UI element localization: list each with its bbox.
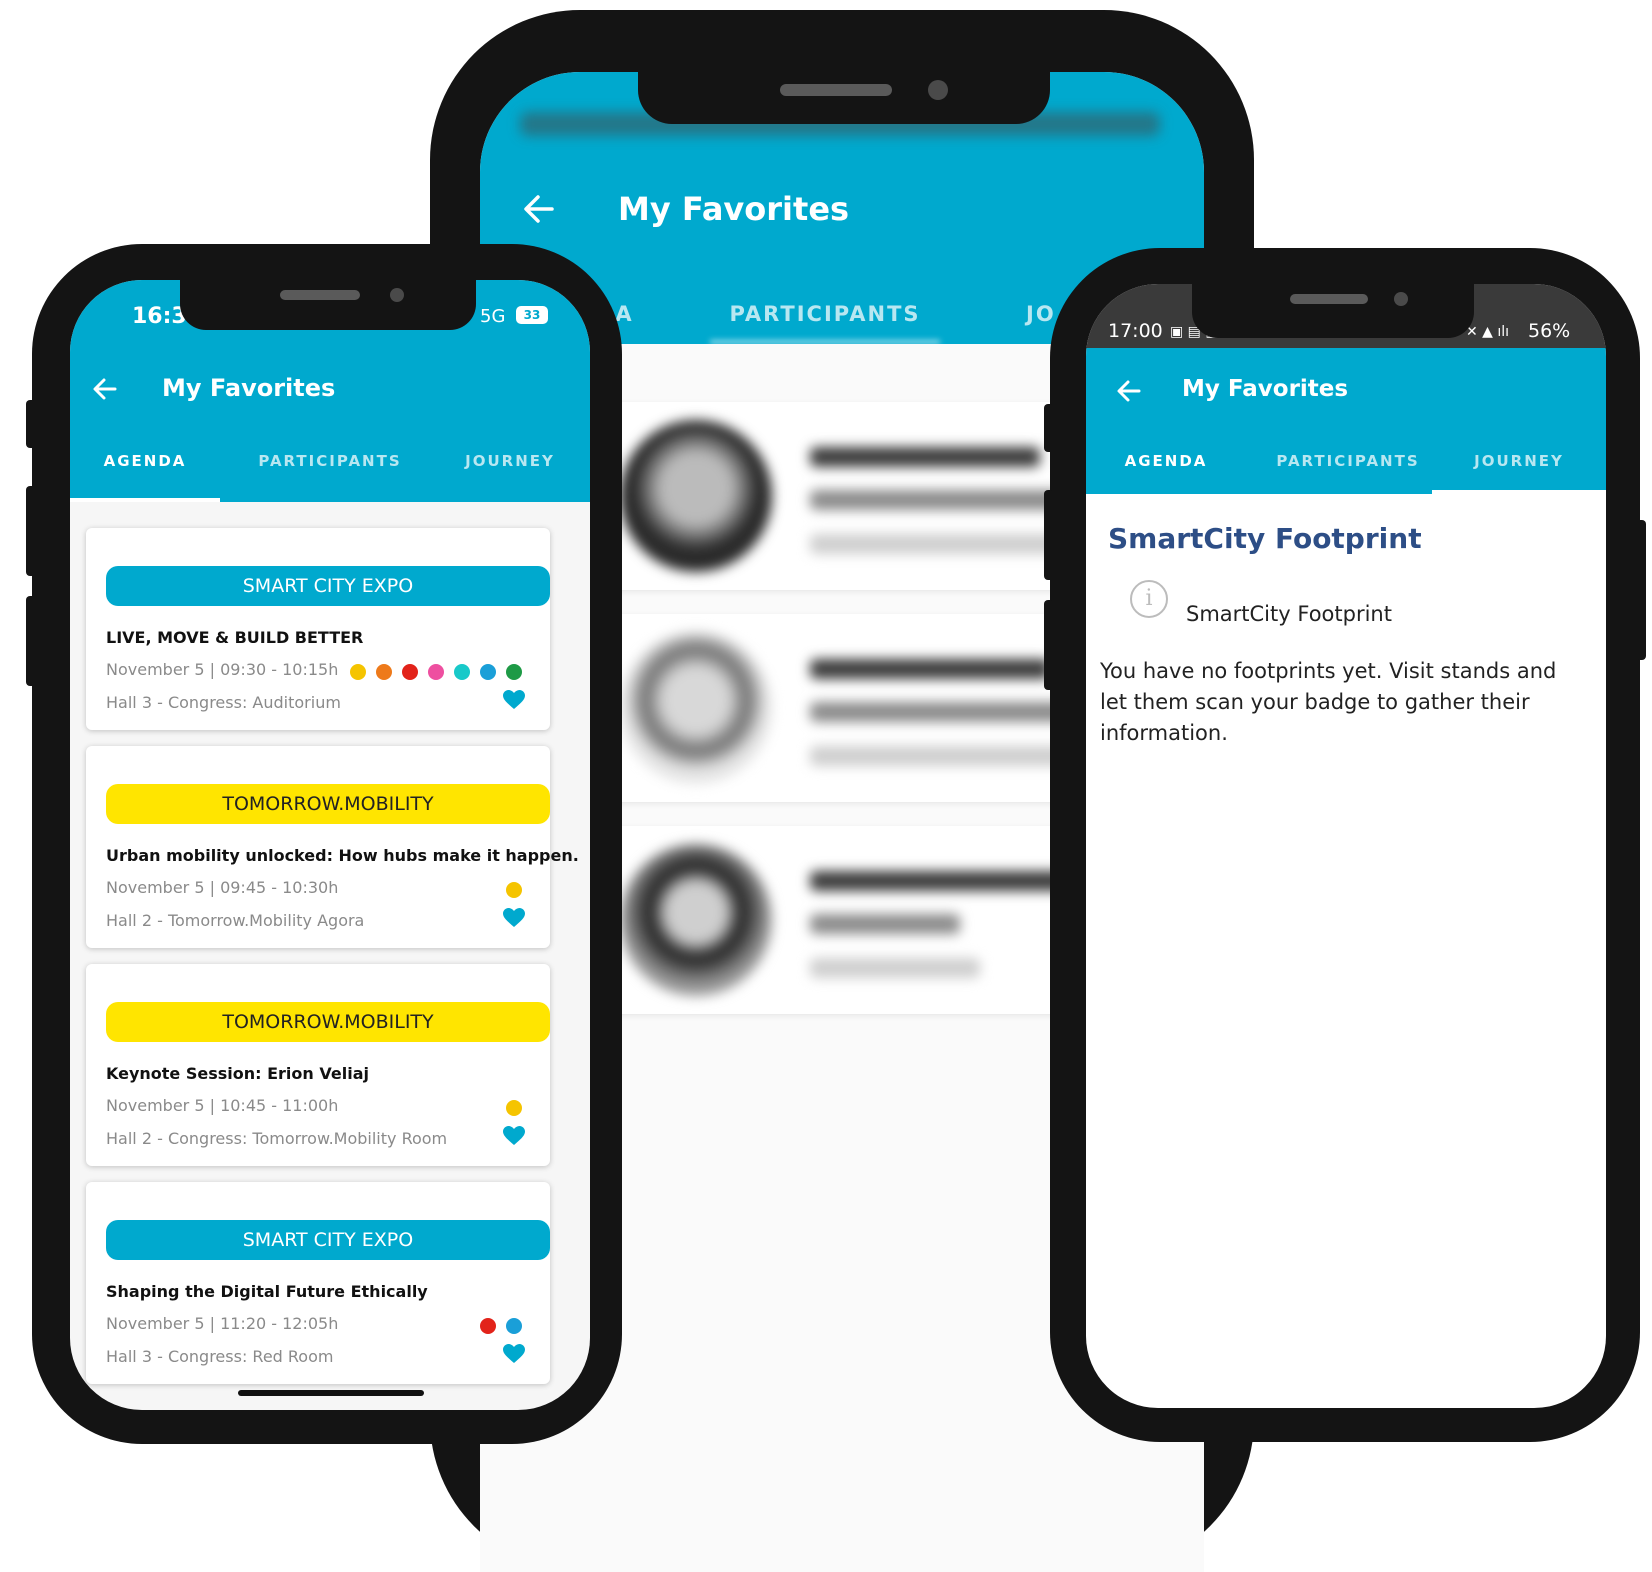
- topic-dot: [506, 882, 522, 898]
- page-title: My Favorites: [618, 190, 850, 228]
- avatar: [620, 632, 772, 784]
- volume-down-button: [26, 596, 36, 686]
- track-tag: TOMORROW.MOBILITY: [106, 784, 550, 824]
- company-line: [810, 746, 1090, 766]
- footprint-heading: SmartCity Footprint: [1108, 522, 1422, 555]
- speaker: [280, 290, 360, 300]
- topic-dot: [506, 1318, 522, 1334]
- app-bar: My Favorites AGENDA PARTICIPANTS JOURNEY: [1086, 348, 1606, 494]
- back-arrow-icon[interactable]: [1116, 378, 1142, 404]
- topic-dots: [480, 1318, 522, 1334]
- side-button: [1044, 404, 1054, 452]
- phone-right-screen: 17:00 ▣ ▤ ▥ • ✕ ▲ ılı 56% My Favorites A…: [1086, 284, 1606, 1408]
- tab-participants[interactable]: PARTICIPANTS: [1258, 452, 1438, 470]
- power-button: [1636, 520, 1646, 660]
- company-line: [810, 534, 1070, 554]
- track-tag: TOMORROW.MOBILITY: [106, 1002, 550, 1042]
- footprint-item[interactable]: SmartCity Footprint: [1186, 602, 1392, 626]
- camera: [390, 288, 404, 302]
- avatar: [620, 420, 772, 572]
- tab-journey[interactable]: JOURNEY: [440, 452, 580, 470]
- tab-indicator: [1432, 490, 1606, 494]
- home-indicator[interactable]: [238, 1390, 424, 1396]
- phone-left-screen: 16:32 5G 33 My Favorites AGENDA PARTICIP…: [70, 280, 590, 1410]
- notch: [1192, 280, 1474, 338]
- session-location: Hall 3 - Congress: Red Room: [106, 1347, 334, 1366]
- session-location: Hall 2 - Tomorrow.Mobility Agora: [106, 911, 365, 930]
- agenda-card[interactable]: SMART CITY EXPO LIVE, MOVE & BUILD BETTE…: [86, 528, 550, 730]
- topic-dot: [350, 664, 366, 680]
- session-time: November 5 | 09:45 - 10:30h: [106, 878, 339, 897]
- topic-dot: [402, 664, 418, 680]
- topic-dots: [506, 1100, 522, 1116]
- topic-dot: [506, 664, 522, 680]
- back-arrow-icon[interactable]: [522, 192, 556, 226]
- avatar: [620, 844, 772, 996]
- speaker: [780, 84, 892, 96]
- side-button: [26, 400, 36, 448]
- topic-dot: [480, 1318, 496, 1334]
- battery-level: 33: [523, 308, 541, 322]
- volume-up-button: [1044, 490, 1054, 580]
- agenda-card[interactable]: SMART CITY EXPO Shaping the Digital Futu…: [86, 1182, 550, 1384]
- tab-participants[interactable]: PARTICIPANTS: [240, 452, 420, 470]
- tab-agenda[interactable]: AGENDA: [1086, 452, 1246, 470]
- camera: [928, 80, 948, 100]
- session-time: November 5 | 09:30 - 10:15h: [106, 660, 339, 679]
- back-arrow-icon[interactable]: [92, 376, 118, 402]
- status-network: 5G: [480, 306, 506, 327]
- topic-dot: [454, 664, 470, 680]
- tab-participants[interactable]: PARTICIPANTS: [720, 302, 930, 326]
- notch: [638, 58, 1050, 124]
- battery-icon: 33: [516, 306, 548, 324]
- role-line: [810, 914, 960, 934]
- speaker: [1290, 294, 1368, 304]
- status-time: 17:00: [1108, 320, 1163, 342]
- agenda-card[interactable]: TOMORROW.MOBILITY Keynote Session: Erion…: [86, 964, 550, 1166]
- volume-up-button: [26, 486, 36, 576]
- tab-indicator: [70, 498, 220, 502]
- signal-icons: ✕ ▲ ılı: [1466, 324, 1510, 340]
- tab-agenda[interactable]: AGENDA: [70, 452, 220, 470]
- favorite-heart-icon[interactable]: [502, 1124, 526, 1148]
- topic-dot: [428, 664, 444, 680]
- session-location: Hall 2 - Congress: Tomorrow.Mobility Roo…: [106, 1129, 448, 1148]
- favorite-heart-icon[interactable]: [502, 906, 526, 930]
- tab-journey[interactable]: JOURNEY: [1432, 452, 1606, 470]
- empty-state-message: You have no footprints yet. Visit stands…: [1100, 659, 1557, 745]
- volume-down-button: [1044, 600, 1054, 690]
- session-title: LIVE, MOVE & BUILD BETTER: [106, 628, 364, 647]
- name-line: [810, 447, 1040, 467]
- track-tag: SMART CITY EXPO: [106, 566, 550, 606]
- phone-right: 17:00 ▣ ▤ ▥ • ✕ ▲ ılı 56% My Favorites A…: [1044, 248, 1646, 1442]
- topic-dot: [480, 664, 496, 680]
- favorite-heart-icon[interactable]: [502, 688, 526, 712]
- company-line: [810, 958, 980, 978]
- session-time: November 5 | 11:20 - 12:05h: [106, 1314, 339, 1333]
- agenda-card[interactable]: TOMORROW.MOBILITY Urban mobility unlocke…: [86, 746, 579, 948]
- page-title: My Favorites: [162, 374, 336, 402]
- camera: [1394, 292, 1408, 306]
- session-title: Urban mobility unlocked: How hubs make i…: [106, 846, 579, 865]
- info-icon: i: [1130, 580, 1168, 618]
- topic-dots: [506, 882, 522, 898]
- topic-dot: [506, 1100, 522, 1116]
- name-line: [810, 659, 1050, 679]
- topic-dot: [376, 664, 392, 680]
- status-battery: 56%: [1528, 320, 1571, 342]
- track-tag: SMART CITY EXPO: [106, 1220, 550, 1260]
- favorite-heart-icon[interactable]: [502, 1342, 526, 1366]
- topic-dots: [350, 664, 522, 680]
- notch: [180, 276, 476, 330]
- session-location: Hall 3 - Congress: Auditorium: [106, 693, 341, 712]
- session-time: November 5 | 10:45 - 11:00h: [106, 1096, 339, 1115]
- phone-left: 16:32 5G 33 My Favorites AGENDA PARTICIP…: [26, 244, 622, 1444]
- session-title: Keynote Session: Erion Veliaj: [106, 1064, 369, 1083]
- page-title: My Favorites: [1182, 376, 1349, 402]
- session-title: Shaping the Digital Future Ethically: [106, 1282, 428, 1301]
